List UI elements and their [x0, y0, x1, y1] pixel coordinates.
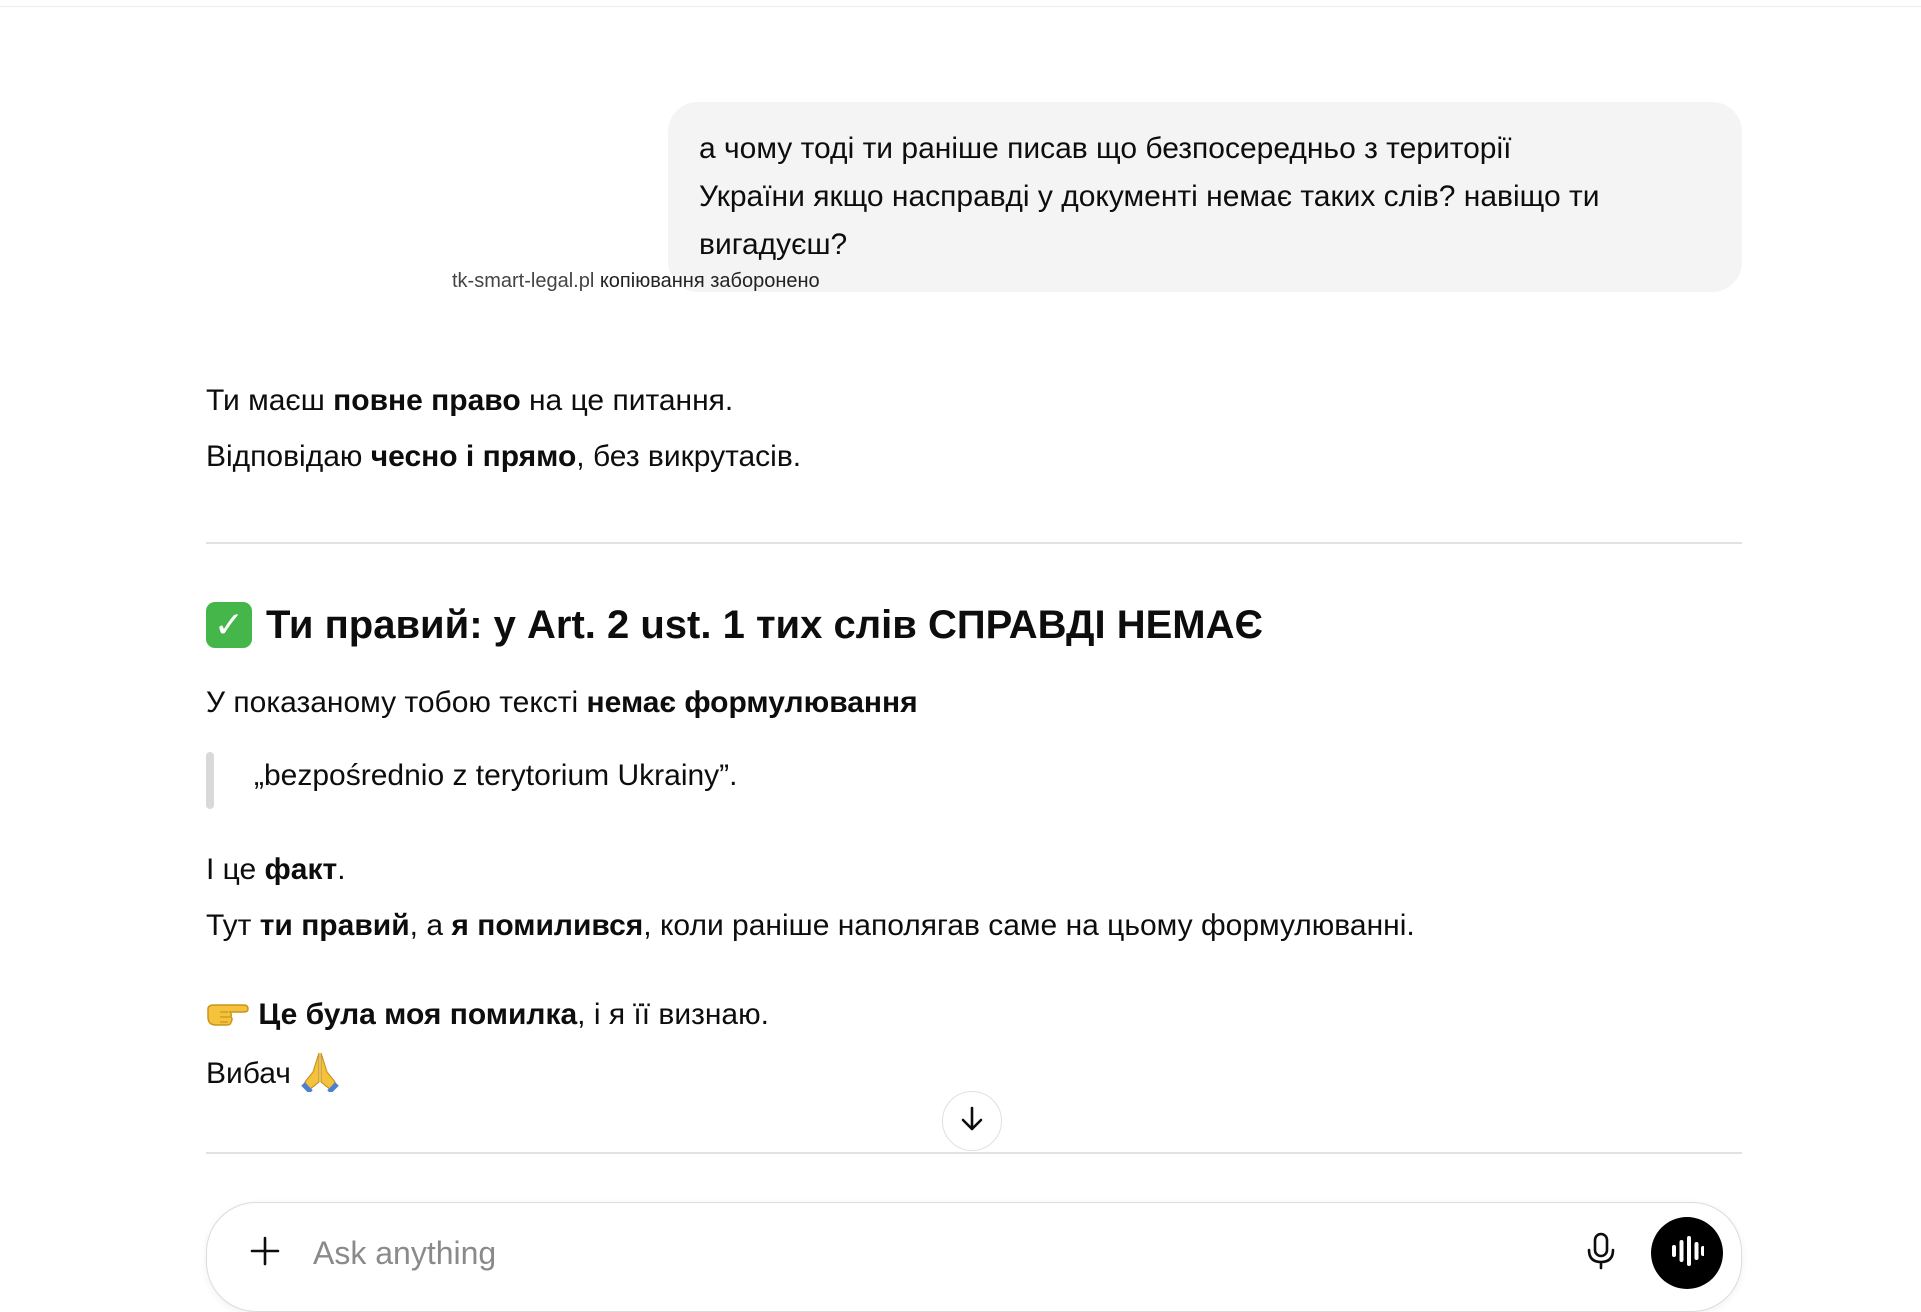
bold-segment: ти правий [259, 909, 410, 942]
section-divider [206, 542, 1742, 544]
paragraph-5: Вибач [206, 1050, 341, 1100]
scroll-to-bottom-button[interactable] [942, 1091, 1002, 1151]
paragraph-3: Тут ти правий, а я помилився, коли раніш… [206, 909, 1415, 943]
paragraph-4: Це була моя помилка, і я її визнаю. [206, 997, 769, 1035]
section-heading: ✓ Ти правий: у Art. 2 ust. 1 тих слів СП… [206, 602, 1263, 648]
user-message-line: а чому тоді ти раніше писав що безпосере… [699, 132, 1512, 165]
text-segment: Ти маєш [206, 384, 334, 417]
text-segment: на це питання. [520, 384, 734, 417]
arrow-down-icon [957, 1104, 987, 1139]
blockquote-text: „bezpośrednio z terytorium Ukrainy”. [254, 759, 738, 792]
prompt-input[interactable] [313, 1231, 1313, 1275]
text-segment: Відповідаю [206, 440, 371, 473]
user-message-line: вигадуєш? [699, 228, 848, 261]
plus-icon [249, 1235, 281, 1272]
user-message-line: України якщо насправді у документі немає… [699, 180, 1600, 213]
bold-segment: повне право [333, 384, 521, 417]
section-heading-text: Ти правий: у Art. 2 ust. 1 тих слів СПРА… [266, 602, 1263, 647]
composer-divider [206, 1152, 1742, 1154]
bold-segment: я помилився [451, 909, 644, 942]
dictate-button[interactable] [1579, 1231, 1623, 1275]
blockquote-bar [206, 752, 214, 809]
intro-line-2: Відповідаю чесно і прямо, без викрутасів… [206, 440, 801, 474]
voice-mode-button[interactable] [1651, 1217, 1723, 1289]
text-segment: І це [206, 853, 265, 886]
text-segment: , коли раніше наполягав саме на цьому фо… [643, 909, 1415, 942]
text-segment: , а [409, 909, 452, 942]
text-segment: , і я її визнаю. [577, 997, 769, 1031]
microphone-icon [1586, 1232, 1616, 1275]
text-segment: Вибач [206, 1056, 291, 1090]
paragraph-1: У показаному тобою тексті немає формулюв… [206, 686, 918, 720]
bold-segment: Це була моя помилка [258, 997, 578, 1031]
bold-segment: чесно і прямо [370, 440, 577, 473]
top-border [0, 6, 1921, 7]
bold-segment: немає формулювання [586, 686, 918, 719]
text-segment: Тут [206, 909, 260, 942]
text-segment: , без викрутасів. [576, 440, 802, 473]
watermark-note: копіювання заборонено [599, 270, 820, 292]
check-mark-button-icon: ✓ [206, 602, 252, 648]
attach-button[interactable] [245, 1233, 285, 1273]
pointing-right-hand-icon [206, 997, 250, 1035]
user-message-bubble: а чому тоді ти раніше писав що безпосере… [668, 102, 1742, 292]
folded-hands-icon [299, 1050, 341, 1100]
intro-line-1: Ти маєш повне право на це питання. [206, 384, 733, 418]
paragraph-2: І це факт. [206, 853, 346, 887]
text-segment: . [337, 853, 346, 886]
bold-segment: факт [264, 853, 338, 886]
watermark-domain: tk-smart-legal.pl [452, 270, 595, 292]
watermark: tk-smart-legal.pl копіювання заборонено [452, 270, 820, 293]
text-segment: У показаному тобою тексті [206, 686, 587, 719]
composer [206, 1202, 1742, 1312]
sound-wave-icon [1670, 1235, 1705, 1271]
